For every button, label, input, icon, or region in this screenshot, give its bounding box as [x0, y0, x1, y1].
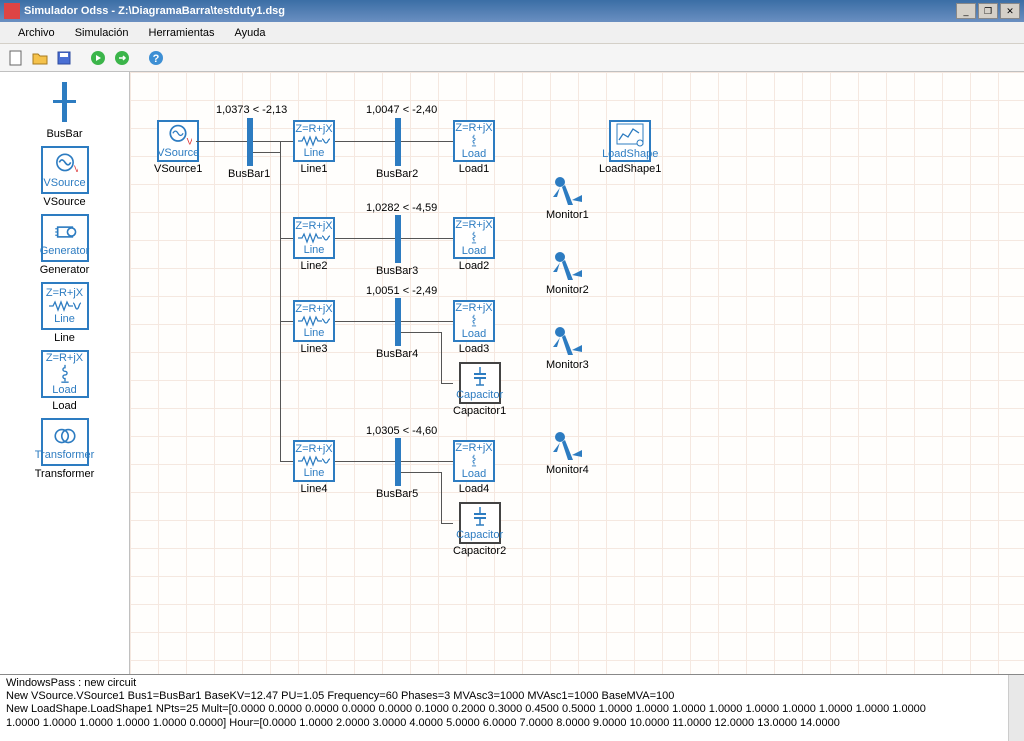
wire: [401, 461, 453, 462]
console-line: WindowsPass : new circuit: [6, 677, 1018, 690]
svg-text:V: V: [73, 164, 77, 174]
label-busbar4: BusBar4: [376, 348, 418, 360]
label-busbar1: BusBar1: [228, 168, 270, 180]
node-line4[interactable]: Z=R+jXLine Line4: [293, 440, 335, 495]
node-busbar2[interactable]: [395, 118, 401, 166]
wire: [196, 141, 247, 142]
wire: [335, 461, 395, 462]
node-capacitor2[interactable]: Capacitor Capacitor2: [453, 502, 506, 557]
node-monitor3[interactable]: Monitor3: [546, 322, 589, 371]
palette-line-label: Line: [54, 332, 75, 344]
menubar: Archivo Simulación Herramientas Ayuda: [0, 22, 1024, 44]
wire: [401, 238, 453, 239]
label-busbar5: BusBar5: [376, 488, 418, 500]
palette-load[interactable]: Z=R+jXLoad Load: [41, 350, 89, 412]
wire: [401, 141, 453, 142]
node-load4[interactable]: Z=R+jXLoad Load4: [453, 440, 495, 495]
window-title: Simulador Odss - Z:\DiagramaBarra\testdu…: [24, 5, 956, 17]
wire: [401, 321, 453, 322]
app-icon: [4, 3, 20, 19]
save-file-button[interactable]: [54, 48, 74, 68]
run-button[interactable]: [88, 48, 108, 68]
node-busbar1[interactable]: [247, 118, 253, 166]
node-load3[interactable]: Z=R+jXLoad Load3: [453, 300, 495, 355]
palette-generator[interactable]: Generator Generator: [40, 214, 90, 276]
wire: [280, 321, 293, 322]
palette-transformer[interactable]: Transformer Transformer: [35, 418, 95, 480]
label-busbar2: BusBar2: [376, 168, 418, 180]
node-load2[interactable]: Z=R+jXLoad Load2: [453, 217, 495, 272]
next-button[interactable]: [112, 48, 132, 68]
node-monitor2[interactable]: Monitor2: [546, 247, 589, 296]
diagram-canvas[interactable]: 1,0373 < -2,13 1,0047 < -2,40 VVSource V…: [130, 72, 1024, 674]
close-button[interactable]: ✕: [1000, 3, 1020, 19]
wire: [335, 141, 395, 142]
node-busbar4[interactable]: [395, 298, 401, 346]
node-vsource1[interactable]: VVSource VSource1: [154, 120, 202, 175]
node-capacitor1[interactable]: Capacitor Capacitor1: [453, 362, 506, 417]
node-monitor1[interactable]: Monitor1: [546, 172, 589, 221]
palette-load-label: Load: [52, 400, 76, 412]
wire: [401, 332, 441, 333]
annotation-busbar4: 1,0051 < -2,49: [366, 285, 437, 297]
open-file-button[interactable]: [30, 48, 50, 68]
titlebar: Simulador Odss - Z:\DiagramaBarra\testdu…: [0, 0, 1024, 22]
annotation-busbar1: 1,0373 < -2,13: [216, 104, 287, 116]
output-console[interactable]: WindowsPass : new circuit New VSource.VS…: [0, 674, 1024, 741]
wire: [253, 141, 293, 142]
label-busbar3: BusBar3: [376, 265, 418, 277]
menu-simulacion[interactable]: Simulación: [65, 24, 139, 42]
menu-ayuda[interactable]: Ayuda: [225, 24, 276, 42]
palette-vsource[interactable]: VVSource VSource: [41, 146, 89, 208]
menu-archivo[interactable]: Archivo: [8, 24, 65, 42]
monitor-icon: [547, 322, 587, 358]
monitor-icon: [547, 172, 587, 208]
palette-vsource-label: VSource: [43, 196, 85, 208]
wire: [441, 383, 453, 384]
wire: [280, 238, 293, 239]
palette-line[interactable]: Z=R+jXLine Line: [41, 282, 89, 344]
annotation-busbar3: 1,0282 < -4,59: [366, 202, 437, 214]
new-file-button[interactable]: [6, 48, 26, 68]
palette-generator-label: Generator: [40, 264, 90, 276]
workspace: BusBar VVSource VSource Generator Genera…: [0, 72, 1024, 674]
monitor-icon: [547, 427, 587, 463]
wire: [253, 152, 280, 153]
svg-text:V: V: [187, 135, 192, 146]
node-line1[interactable]: Z=R+jXLine Line1: [293, 120, 335, 175]
node-monitor4[interactable]: Monitor4: [546, 427, 589, 476]
wire: [441, 332, 442, 383]
monitor-icon: [547, 247, 587, 283]
console-scrollbar[interactable]: [1008, 675, 1024, 741]
wire: [280, 461, 293, 462]
toolbar: ?: [0, 44, 1024, 72]
node-line2[interactable]: Z=R+jXLine Line2: [293, 217, 335, 272]
wire: [335, 238, 395, 239]
menu-herramientas[interactable]: Herramientas: [139, 24, 225, 42]
component-palette: BusBar VVSource VSource Generator Genera…: [0, 72, 130, 674]
palette-busbar-label: BusBar: [46, 128, 82, 140]
wire: [441, 523, 453, 524]
node-busbar5[interactable]: [395, 438, 401, 486]
wire: [280, 141, 281, 461]
minimize-button[interactable]: _: [956, 3, 976, 19]
node-loadshape1[interactable]: LoadShape LoadShape1: [599, 120, 661, 175]
palette-transformer-label: Transformer: [35, 468, 95, 480]
annotation-busbar5: 1,0305 < -4,60: [366, 425, 437, 437]
wire: [401, 472, 441, 473]
svg-text:?: ?: [153, 53, 160, 65]
help-button[interactable]: ?: [146, 48, 166, 68]
maximize-button[interactable]: ❐: [978, 3, 998, 19]
wire: [335, 321, 395, 322]
node-line3[interactable]: Z=R+jXLine Line3: [293, 300, 335, 355]
console-line: New LoadShape.LoadShape1 NPts=25 Mult=[0…: [6, 703, 1018, 716]
palette-busbar[interactable]: BusBar: [41, 78, 89, 140]
console-line: 1.0000 1.0000 1.0000 1.0000 1.0000 0.000…: [6, 717, 1018, 730]
annotation-busbar2: 1,0047 < -2,40: [366, 104, 437, 116]
node-busbar3[interactable]: [395, 215, 401, 263]
node-load1[interactable]: Z=R+jXLoad Load1: [453, 120, 495, 175]
console-line: New VSource.VSource1 Bus1=BusBar1 BaseKV…: [6, 690, 1018, 703]
wire: [441, 472, 442, 523]
